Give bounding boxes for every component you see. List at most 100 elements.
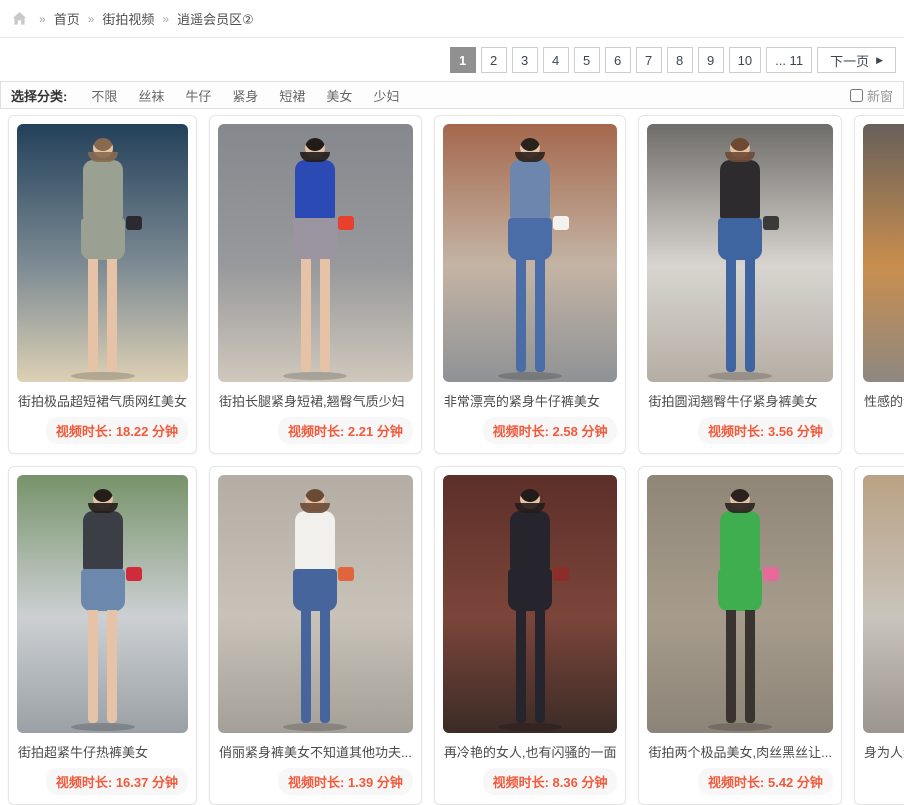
figure-shadow <box>283 372 347 380</box>
video-meta: 视频时长: 18.22 分钟 <box>17 417 188 444</box>
duration-label: 视频时长: <box>288 424 344 439</box>
pagination-page-button[interactable]: 2 <box>481 47 507 73</box>
new-window-toggle[interactable]: 新窗 <box>850 86 893 105</box>
video-thumbnail[interactable] <box>443 475 618 733</box>
new-window-label: 新窗 <box>867 86 893 105</box>
video-card[interactable]: 身为人妻还穿着丝袜高跟鞋出来... 视频时长: 1.54 分钟 <box>854 466 904 805</box>
figure-legs <box>301 610 330 723</box>
breadcrumb-item[interactable]: 逍遥会员区② <box>177 9 254 28</box>
video-title[interactable]: 性感的让人欲罢不能的高跟鞋美... <box>864 391 904 410</box>
figure-bottom <box>718 218 762 260</box>
duration-unit: 分钟 <box>581 775 607 790</box>
next-page-button[interactable]: 下一页 ▶ <box>817 47 896 73</box>
video-thumbnail[interactable] <box>647 124 832 382</box>
duration-value: 3.56 <box>768 424 793 439</box>
pagination-page-button[interactable]: 9 <box>698 47 724 73</box>
figure-shadow <box>498 723 562 731</box>
video-title[interactable]: 再冷艳的女人,也有闪骚的一面 <box>444 742 617 761</box>
video-thumbnail[interactable] <box>863 475 904 733</box>
pagination-page-button[interactable]: 10 <box>729 47 761 73</box>
filter-categories: 不限 丝袜 牛仔 紧身 短裙 美女 少妇 <box>91 86 399 105</box>
pagination-page-button[interactable]: 5 <box>574 47 600 73</box>
video-title[interactable]: 俏丽紧身裤美女不知道其他功夫... <box>219 742 412 761</box>
filter-category-link[interactable]: 短裙 <box>279 86 305 105</box>
video-title[interactable]: 街拍极品超短裙气质网红美女 <box>18 391 187 410</box>
duration-unit: 分钟 <box>797 424 823 439</box>
figure-bag <box>763 216 779 230</box>
filter-category-link[interactable]: 美女 <box>326 86 352 105</box>
video-thumbnail[interactable] <box>218 124 413 382</box>
video-card[interactable]: 街拍超紧牛仔热裤美女 视频时长: 16.37 分钟 <box>8 466 197 805</box>
pagination-page-button[interactable]: 1 <box>450 47 476 73</box>
duration-value: 2.58 <box>553 424 578 439</box>
video-thumbnail[interactable] <box>863 124 904 382</box>
figure-legs <box>516 259 545 372</box>
video-thumbnail[interactable] <box>647 475 832 733</box>
pagination-page-button[interactable]: 4 <box>543 47 569 73</box>
breadcrumb-separator-icon: » <box>162 12 169 26</box>
figure-legs <box>726 259 755 372</box>
duration-value: 1.39 <box>348 775 373 790</box>
figure-placeholder <box>68 138 138 372</box>
new-window-checkbox[interactable] <box>850 89 863 102</box>
video-card[interactable]: 俏丽紧身裤美女不知道其他功夫... 视频时长: 1.39 分钟 <box>209 466 422 805</box>
duration-value: 5.42 <box>768 775 793 790</box>
video-title[interactable]: 非常漂亮的紧身牛仔裤美女 <box>444 391 617 410</box>
pagination-page-button[interactable]: ... 11 <box>766 47 812 73</box>
video-meta: 视频时长: 8.36 分钟 <box>443 768 618 795</box>
figure-top <box>510 160 550 220</box>
pagination-pages: 12345678910... 11 <box>450 47 812 73</box>
video-meta: 视频时长: 1.39 分钟 <box>218 768 413 795</box>
pagination-page-button[interactable]: 7 <box>636 47 662 73</box>
video-thumbnail[interactable] <box>17 124 188 382</box>
video-title[interactable]: 街拍圆润翘臀牛仔紧身裤美女 <box>648 391 831 410</box>
duration-label: 视频时长: <box>493 424 549 439</box>
figure-bottom <box>293 569 337 611</box>
figure-legs <box>88 259 117 372</box>
next-page-arrow-icon: ▶ <box>876 55 883 66</box>
video-thumbnail[interactable] <box>17 475 188 733</box>
video-card[interactable]: 非常漂亮的紧身牛仔裤美女 视频时长: 2.58 分钟 <box>434 115 627 454</box>
filter-category-link[interactable]: 不限 <box>91 86 117 105</box>
breadcrumb-item[interactable]: 街拍视频 <box>102 9 154 28</box>
pagination: 12345678910... 11 下一页 ▶ <box>0 38 904 81</box>
figure-bag <box>338 216 354 230</box>
figure-legs <box>88 610 117 723</box>
video-title[interactable]: 街拍两个极品美女,肉丝黑丝让... <box>648 742 831 761</box>
video-thumbnail[interactable] <box>218 475 413 733</box>
video-meta: 视频时长: 5.42 分钟 <box>647 768 832 795</box>
breadcrumb-separator-icon: » <box>88 12 95 26</box>
pagination-page-button[interactable]: 8 <box>667 47 693 73</box>
figure-top <box>510 511 550 571</box>
video-card[interactable]: 街拍极品超短裙气质网红美女 视频时长: 18.22 分钟 <box>8 115 197 454</box>
video-card[interactable]: 街拍圆润翘臀牛仔紧身裤美女 视频时长: 3.56 分钟 <box>638 115 841 454</box>
filter-category-link[interactable]: 少妇 <box>373 86 399 105</box>
video-meta: 视频时长: 3.56 分钟 <box>647 417 832 444</box>
filter-category-link[interactable]: 紧身 <box>232 86 258 105</box>
video-card[interactable]: 性感的让人欲罢不能的高跟鞋美... 视频时长: 10.45 分钟 <box>854 115 904 454</box>
figure-placeholder <box>705 138 775 372</box>
filter-category-link[interactable]: 牛仔 <box>185 86 211 105</box>
video-card[interactable]: 再冷艳的女人,也有闪骚的一面 视频时长: 8.36 分钟 <box>434 466 627 805</box>
video-title[interactable]: 街拍长腿紧身短裙,翘臀气质少妇 <box>219 391 412 410</box>
video-meta: 视频时长: 10.45 分钟 <box>863 417 904 444</box>
video-card[interactable]: 街拍长腿紧身短裙,翘臀气质少妇 视频时长: 2.21 分钟 <box>209 115 422 454</box>
breadcrumb: » 首页 » 街拍视频 » 逍遥会员区② <box>31 9 254 28</box>
figure-legs <box>726 610 755 723</box>
figure-shadow <box>498 372 562 380</box>
video-title[interactable]: 街拍超紧牛仔热裤美女 <box>18 742 187 761</box>
duration-badge: 视频时长: 8.36 分钟 <box>483 768 618 795</box>
video-title[interactable]: 身为人妻还穿着丝袜高跟鞋出来... <box>864 742 904 761</box>
figure-legs <box>301 259 330 372</box>
home-icon[interactable] <box>12 11 27 26</box>
figure-legs <box>516 610 545 723</box>
pagination-page-button[interactable]: 3 <box>512 47 538 73</box>
filter-category-link[interactable]: 丝袜 <box>138 86 164 105</box>
breadcrumb-item[interactable]: 首页 <box>54 9 80 28</box>
figure-bottom <box>508 218 552 260</box>
video-thumbnail[interactable] <box>443 124 618 382</box>
video-card[interactable]: 街拍两个极品美女,肉丝黑丝让... 视频时长: 5.42 分钟 <box>638 466 841 805</box>
figure-bottom <box>81 569 125 611</box>
figure-top <box>720 511 760 571</box>
pagination-page-button[interactable]: 6 <box>605 47 631 73</box>
